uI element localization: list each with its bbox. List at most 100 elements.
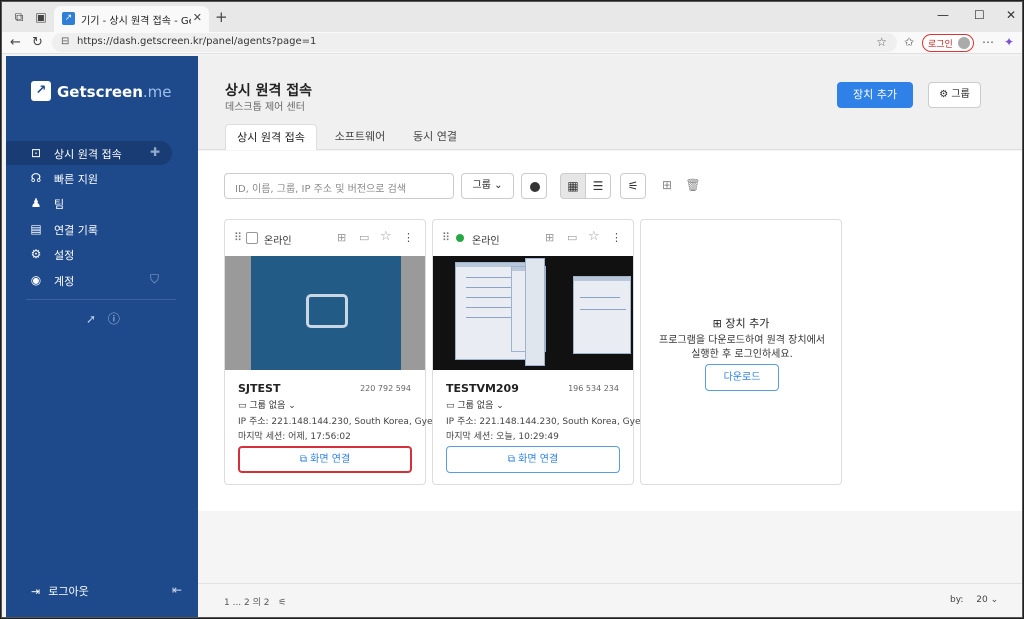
- move-to-folder-icon[interactable]: ⊞: [654, 173, 680, 199]
- chevron-down-icon: ⌄: [990, 595, 999, 605]
- pagination[interactable]: 1 ... 2 의 2 ⚟: [224, 595, 286, 608]
- tab-actions-icon[interactable]: ▣: [34, 10, 48, 24]
- sidebar-item-label: 팀: [54, 198, 65, 211]
- device-card-sjtest[interactable]: ⠿ 온라인 ⊞ ▭ ☆ ⋮ SJTEST 220 792 594 ▭ 그룹 없음…: [224, 219, 441, 485]
- tab-software[interactable]: 소프트웨어: [325, 124, 395, 150]
- sidebar-item-label: 연결 기록: [54, 224, 98, 237]
- sidebar-item-settings[interactable]: ⚙ 설정: [6, 242, 172, 266]
- collapse-sidebar-icon[interactable]: ⇤: [172, 583, 182, 597]
- browser-window: ⧉ ▣ ↗ 기기 - 상시 원격 접속 - Getscreen ✕ + — ☐ …: [1, 1, 1023, 618]
- device-id: 196 534 234: [568, 384, 619, 393]
- logo-arrow-icon: ↗: [31, 81, 51, 101]
- screen-placeholder-icon: [306, 294, 348, 328]
- profile-button[interactable]: 로그인: [922, 34, 974, 52]
- sidebar-item-account[interactable]: ◉ 계정 ⛉: [6, 268, 172, 292]
- per-page-label: by:: [950, 595, 964, 605]
- windows-icon: ⊞: [545, 231, 555, 244]
- list-view-icon[interactable]: ☰: [585, 173, 611, 199]
- screen-thumbnail[interactable]: [225, 256, 425, 370]
- status-label: 온라인: [264, 236, 292, 247]
- download-button[interactable]: 다운로드: [705, 364, 779, 391]
- screen-icon[interactable]: ▭: [567, 231, 577, 244]
- sidebar-item-quick-support[interactable]: ☊ 빠른 지원: [6, 166, 172, 190]
- url-text: https://dash.getscreen.kr/panel/agents?p…: [77, 36, 317, 47]
- close-tab-icon[interactable]: ✕: [193, 11, 202, 24]
- pagination-settings-icon[interactable]: ⚟: [278, 598, 286, 608]
- more-options-icon[interactable]: ⋮: [403, 231, 414, 244]
- minimize-icon[interactable]: —: [937, 8, 949, 22]
- drag-handle-icon[interactable]: ⠿: [234, 231, 242, 244]
- avatar-icon: [958, 37, 970, 49]
- browser-tab[interactable]: ↗ 기기 - 상시 원격 접속 - Getscreen ✕: [54, 6, 209, 32]
- add-device-title-text: 장치 추가: [725, 317, 770, 330]
- sidebar-item-always-on[interactable]: ⊡ 상시 원격 접속 ✚: [6, 141, 172, 165]
- headset-icon: ☊: [30, 171, 42, 185]
- add-device-button[interactable]: 장치 추가: [837, 82, 913, 108]
- favorite-star-icon[interactable]: ☆: [380, 229, 392, 244]
- group-button[interactable]: ⚙ 그룹: [928, 82, 981, 108]
- search-placeholder: ID, 이름, 그룹, IP 주소 및 버전으로 검색: [235, 184, 407, 195]
- tab-concurrent[interactable]: 동시 연결: [403, 124, 467, 150]
- user-icon: ◉: [30, 273, 42, 287]
- card-header: ⠿ 온라인 ⊞ ▭ ☆ ⋮: [433, 220, 633, 256]
- url-field[interactable]: ⊟ https://dash.getscreen.kr/panel/agents…: [52, 33, 897, 52]
- group-button-label: 그룹: [951, 89, 970, 100]
- sidebar-divider: [26, 299, 176, 300]
- device-card-testvm209[interactable]: ⠿ 온라인 ⊞ ▭ ☆ ⋮ TESTVM209 196 534 234 ▭ 그룹…: [432, 219, 649, 485]
- page-header: 상시 원격 접속 데스크톱 제어 센터 장치 추가 ⚙ 그룹 상시 원격 접속 …: [198, 56, 1022, 150]
- favorite-star-icon[interactable]: ☆: [588, 229, 600, 244]
- copilot-icon[interactable]: ✦: [1004, 35, 1014, 49]
- sidebar-item-label: 빠른 지원: [54, 173, 98, 186]
- search-input[interactable]: ID, 이름, 그룹, IP 주소 및 버전으로 검색: [224, 173, 454, 199]
- group-filter-dropdown[interactable]: 그룹 ⌄: [461, 173, 514, 199]
- more-icon[interactable]: ⋯: [982, 35, 994, 49]
- refresh-icon[interactable]: ↻: [32, 35, 43, 50]
- grid-view-icon[interactable]: ▦: [560, 173, 586, 199]
- connect-label: 화면 연결: [518, 454, 559, 465]
- delete-icon[interactable]: 🗑: [680, 173, 706, 199]
- device-group-dropdown[interactable]: ▭ 그룹 없음 ⌄: [446, 398, 504, 411]
- chevron-down-icon: ⌄: [494, 180, 503, 191]
- cast-icon: ⧉: [299, 454, 307, 465]
- device-group-dropdown[interactable]: ▭ 그룹 없음 ⌄: [238, 398, 296, 411]
- site-info-icon[interactable]: ⊟: [61, 36, 69, 47]
- favorite-star-icon[interactable]: ☆: [876, 35, 887, 49]
- favorites-icon[interactable]: ✩: [904, 35, 914, 49]
- filter-settings-icon[interactable]: ⚟: [620, 173, 646, 199]
- screen-thumbnail[interactable]: [433, 256, 633, 370]
- status-filter-button[interactable]: [521, 173, 547, 199]
- team-icon: ♟: [30, 196, 42, 210]
- tab-always-on[interactable]: 상시 원격 접속: [225, 124, 317, 150]
- device-name: SJTEST: [238, 382, 281, 395]
- sidebar-item-label: 계정: [54, 275, 75, 288]
- sidebar-item-team[interactable]: ♟ 팀: [6, 191, 172, 215]
- puzzle-icon: ✚: [150, 145, 161, 159]
- more-options-icon[interactable]: ⋮: [611, 231, 622, 244]
- shield-icon: ⛉: [150, 272, 160, 286]
- chevron-down-icon: ⌄: [288, 401, 296, 411]
- close-window-icon[interactable]: ✕: [1006, 8, 1016, 22]
- sidebar-item-history[interactable]: ▤ 연결 기록: [6, 217, 172, 241]
- workspaces-icon[interactable]: ⧉: [12, 10, 26, 24]
- pagination-footer: 1 ... 2 의 2 ⚟ by: 20 ⌄: [198, 583, 1022, 617]
- screen-icon[interactable]: ▭: [359, 231, 369, 244]
- brand-name: Getscreen: [57, 83, 143, 101]
- info-icon[interactable]: ⓘ: [108, 312, 120, 326]
- gear-icon: ⚙: [30, 247, 42, 261]
- per-page-selector[interactable]: by: 20 ⌄: [950, 595, 998, 605]
- new-tab-icon[interactable]: +: [215, 8, 228, 26]
- tab-title: 기기 - 상시 원격 접속 - Getscreen: [81, 16, 191, 27]
- select-checkbox[interactable]: [246, 232, 258, 244]
- getscreen-app-icon[interactable]: ➚: [86, 312, 96, 326]
- logout-button[interactable]: ⇥ 로그아웃: [31, 583, 89, 599]
- brand-suffix: .me: [142, 83, 172, 101]
- connect-screen-button[interactable]: ⧉ 화면 연결: [238, 446, 412, 473]
- device-name: TESTVM209: [446, 382, 519, 395]
- tab-bar: ⧉ ▣ ↗ 기기 - 상시 원격 접속 - Getscreen ✕ + — ☐ …: [2, 2, 1022, 32]
- drag-handle-icon[interactable]: ⠿: [442, 231, 450, 244]
- card-header: ⠿ 온라인 ⊞ ▭ ☆ ⋮: [225, 220, 425, 256]
- maximize-icon[interactable]: ☐: [974, 8, 985, 22]
- connect-screen-button[interactable]: ⧉ 화면 연결: [446, 446, 620, 473]
- sidebar: ↗ Getscreen.me ⊡ 상시 원격 접속 ✚ ☊ 빠른 지원 ♟ 팀 …: [6, 56, 198, 617]
- back-icon[interactable]: ←: [10, 35, 21, 50]
